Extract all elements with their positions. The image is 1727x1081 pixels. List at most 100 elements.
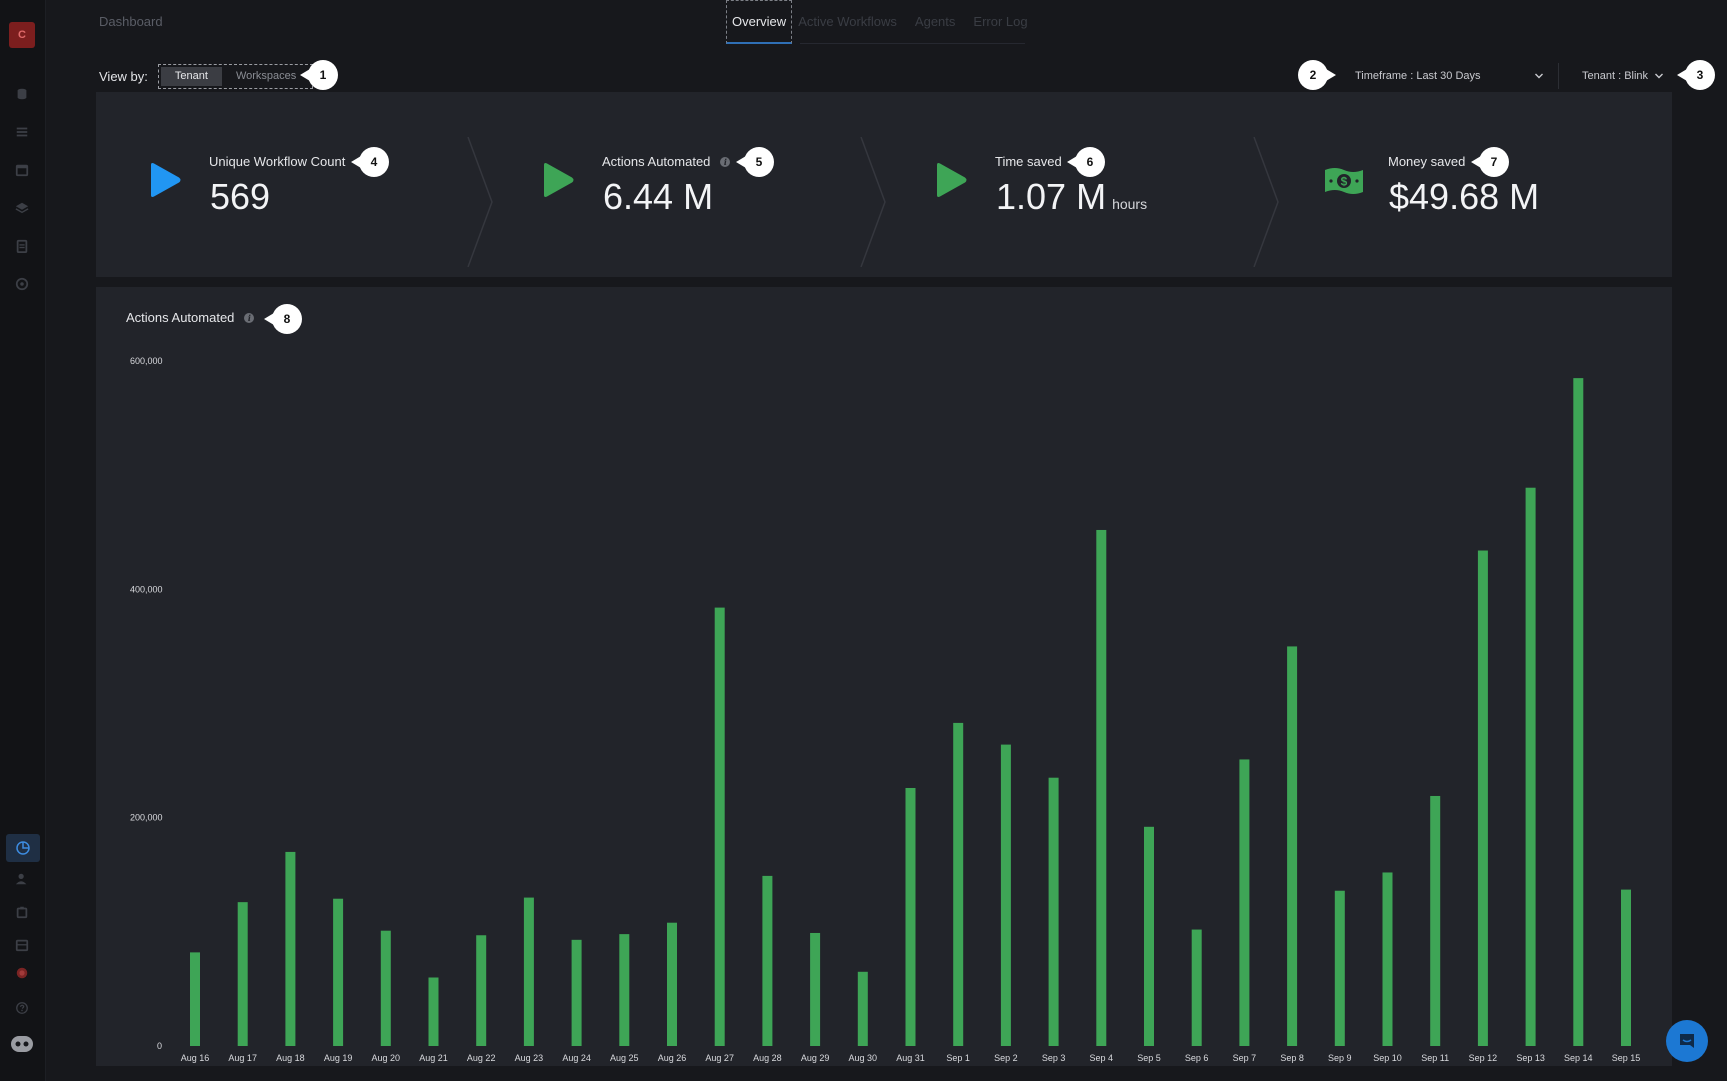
stat-value: 1.07 M hours: [996, 176, 1147, 218]
chart-bar[interactable]: [333, 898, 344, 1046]
chart-bar[interactable]: [1096, 529, 1107, 1046]
chart-bar[interactable]: [857, 971, 868, 1046]
chart-bar[interactable]: [428, 977, 439, 1047]
chart-bar[interactable]: [1000, 744, 1011, 1046]
x-tick-label: Sep 10: [1373, 1053, 1402, 1063]
stat-label: Actions Automated i: [602, 154, 731, 169]
x-tick-label: Aug 20: [372, 1053, 401, 1063]
stat-label-text: Time saved: [995, 154, 1062, 169]
user-avatar-icon[interactable]: [14, 965, 30, 981]
chart-bar[interactable]: [1048, 777, 1059, 1046]
chart-bar[interactable]: [237, 902, 248, 1046]
stat-money-saved: $ Money saved $49.68 M: [1275, 92, 1668, 277]
tab-divider: [800, 43, 1025, 44]
tab-overview[interactable]: Overview: [726, 0, 793, 44]
layers-icon[interactable]: [14, 200, 30, 216]
chart-bar[interactable]: [1573, 378, 1584, 1046]
info-icon[interactable]: i: [720, 156, 731, 167]
help-icon[interactable]: [14, 1000, 30, 1016]
app-logo[interactable]: C: [9, 22, 35, 48]
database-icon[interactable]: [14, 86, 30, 102]
chart-bar[interactable]: [905, 787, 916, 1046]
chart-bar[interactable]: [762, 875, 773, 1046]
bot-icon[interactable]: [10, 1034, 34, 1054]
sidebar: C: [0, 0, 46, 1081]
chart-bar[interactable]: [190, 952, 200, 1046]
list-icon[interactable]: [14, 124, 30, 140]
chart-bar[interactable]: [1287, 646, 1298, 1046]
chart-bar[interactable]: [714, 607, 725, 1046]
chart-panel: Actions Automated i 0 200,000 400,000 600,0…: [96, 287, 1672, 1066]
x-tick-label: Sep 15: [1612, 1053, 1641, 1063]
globe-icon[interactable]: [14, 276, 30, 292]
tab-bar: Overview Active Workflows Agents Error L…: [726, 0, 1046, 44]
tab-agents[interactable]: Agents: [915, 0, 955, 44]
y-tick-label: 400,000: [130, 584, 163, 594]
callout-marker: 7: [1471, 147, 1509, 177]
play-green-icon: [544, 163, 574, 197]
x-tick-label: Aug 21: [419, 1053, 448, 1063]
x-tick-label: Aug 28: [753, 1053, 782, 1063]
stats-panel: Unique Workflow Count 569 Actions Automa…: [96, 92, 1672, 277]
x-tick-label: Aug 23: [515, 1053, 544, 1063]
users-icon[interactable]: [14, 871, 30, 887]
chart-bar[interactable]: [953, 722, 964, 1046]
stat-value: 569: [210, 176, 270, 218]
x-tick-label: Aug 25: [610, 1053, 639, 1063]
breadcrumb[interactable]: Dashboard: [99, 14, 163, 29]
x-tick-label: Sep 12: [1469, 1053, 1498, 1063]
calendar-icon[interactable]: [14, 162, 30, 178]
timeframe-value: Timeframe : Last 30 Days: [1355, 70, 1481, 82]
chart-bar[interactable]: [571, 939, 582, 1046]
y-tick-label: 600,000: [130, 356, 163, 366]
chat-button[interactable]: [1666, 1020, 1708, 1062]
chart-bar[interactable]: [810, 932, 821, 1046]
chart-bar[interactable]: [476, 935, 487, 1046]
x-tick-label: Aug 26: [658, 1053, 687, 1063]
x-tick-label: Aug 27: [705, 1053, 734, 1063]
package-icon[interactable]: [14, 904, 30, 920]
clipboard-icon[interactable]: [14, 238, 30, 254]
x-tick-label: Aug 30: [849, 1053, 878, 1063]
chart-bar[interactable]: [667, 922, 677, 1046]
play-blue-icon: [151, 163, 181, 197]
chart-bar[interactable]: [1477, 550, 1488, 1046]
tab-error-log[interactable]: Error Log: [973, 0, 1027, 44]
tenant-dropdown[interactable]: Tenant : Blink: [1572, 63, 1672, 89]
svg-text:$: $: [1341, 175, 1348, 189]
x-tick-label: Aug 17: [228, 1053, 257, 1063]
chart-bar[interactable]: [285, 851, 296, 1046]
chart-bar[interactable]: [1144, 826, 1154, 1046]
x-tick-label: Aug 16: [181, 1053, 210, 1063]
chart-bar[interactable]: [1334, 890, 1345, 1046]
view-by-workspaces-button[interactable]: Workspaces: [222, 67, 310, 86]
play-green-icon: [937, 163, 967, 197]
archive-icon[interactable]: [14, 937, 30, 953]
dashboard-pie-icon[interactable]: [6, 834, 40, 862]
chart-bar[interactable]: [1430, 795, 1441, 1046]
x-tick-label: Sep 7: [1233, 1053, 1257, 1063]
chevron-down-icon: [1654, 71, 1664, 81]
stat-value-text: 6.44 M: [603, 176, 714, 217]
chart-bar[interactable]: [619, 934, 630, 1046]
stat-value-text: 569: [210, 176, 271, 217]
chart-bar[interactable]: [1239, 759, 1250, 1046]
stat-value: $49.68 M: [1389, 176, 1539, 218]
chart-bar[interactable]: [1191, 929, 1202, 1046]
chevron-down-icon: [1534, 71, 1544, 81]
chart-bar[interactable]: [1382, 872, 1393, 1046]
callout-marker: 8: [264, 304, 302, 334]
timeframe-dropdown[interactable]: Timeframe : Last 30 Days: [1343, 63, 1559, 89]
view-by-label: View by:: [99, 69, 148, 84]
chart-bar[interactable]: [523, 897, 534, 1046]
x-tick-label: Aug 18: [276, 1053, 305, 1063]
x-tick-label: Aug 29: [801, 1053, 830, 1063]
chart-bar[interactable]: [1621, 889, 1631, 1046]
stat-value-text: $49.68 M: [1389, 176, 1540, 217]
y-tick-label: 200,000: [130, 813, 163, 823]
tab-active-workflows[interactable]: Active Workflows: [798, 0, 897, 44]
chart-bar[interactable]: [1525, 487, 1536, 1047]
chart-bar[interactable]: [380, 930, 391, 1046]
callout-marker: 3: [1677, 60, 1715, 90]
view-by-tenant-button[interactable]: Tenant: [160, 67, 222, 86]
